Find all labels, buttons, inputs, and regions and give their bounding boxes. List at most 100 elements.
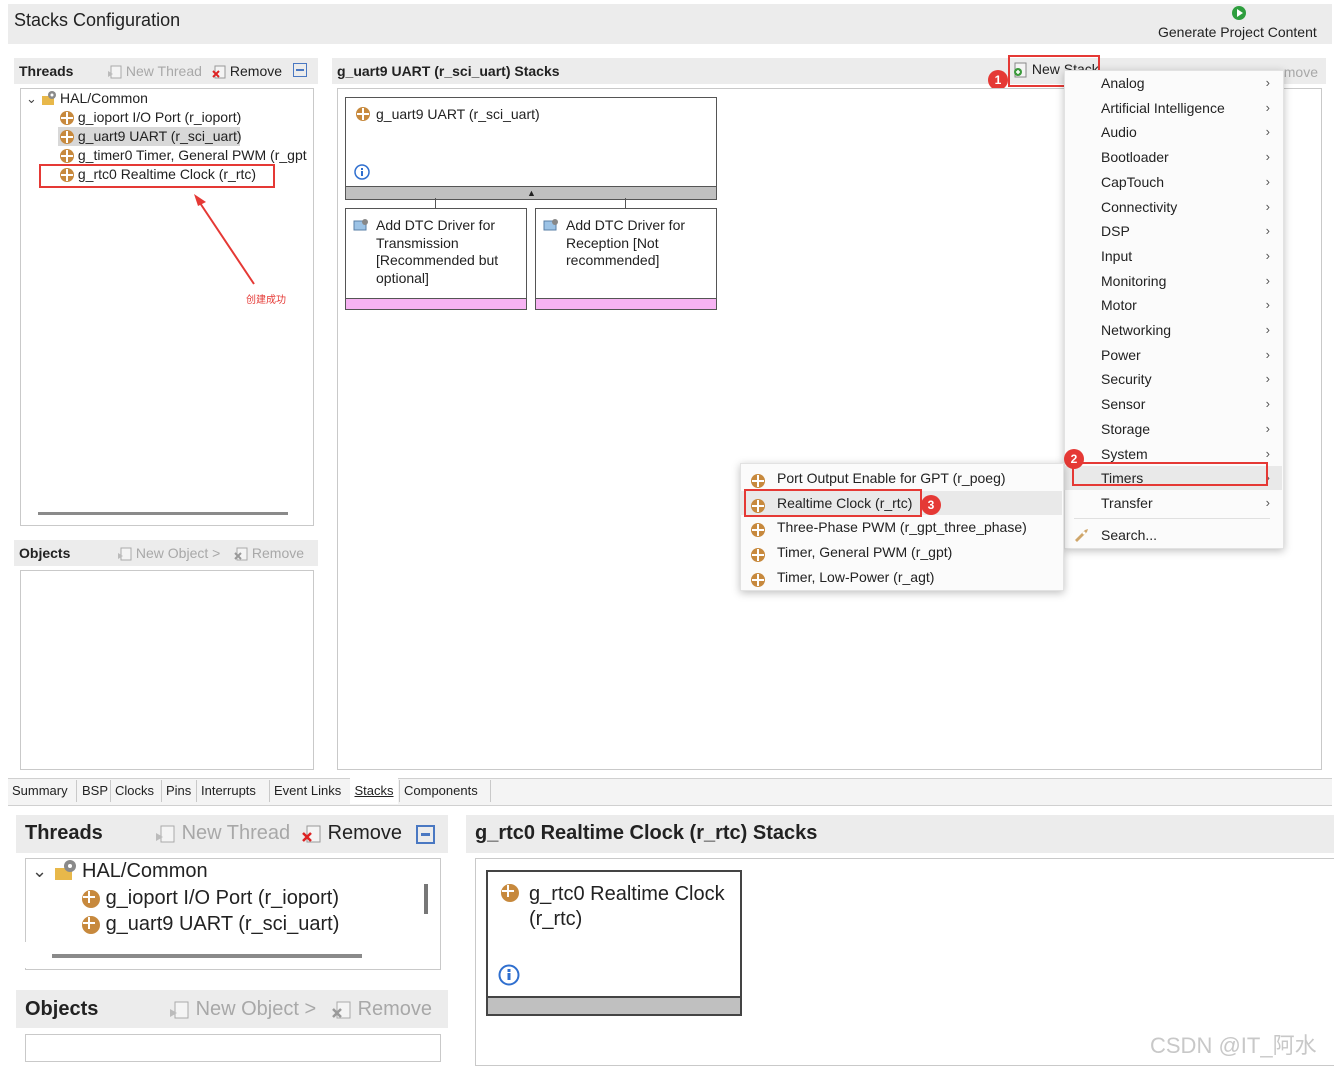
submenu-item-poeg[interactable]: Port Output Enable for GPT (r_poeg) [740,466,1062,490]
stack-block-uart9[interactable]: g_uart9 UART (r_sci_uart) ▲ [345,97,717,200]
tab-summary[interactable]: Summary [12,780,68,802]
menu-item-storage[interactable]: Storage › [1064,417,1282,441]
stack-block-dtc-rx[interactable]: Add DTC Driver for Reception [Not recomm… [535,208,717,310]
tree-scrollbar[interactable] [38,512,288,515]
menu-item-dsp[interactable]: DSP › [1064,219,1282,243]
menu-item-label: Power [1101,346,1141,363]
remove-object-button[interactable]: Remove [234,545,304,561]
tab-pins[interactable]: Pins [166,780,191,802]
tab-components[interactable]: Components [404,780,478,802]
lower-new-thread-button[interactable]: New Thread [156,822,290,845]
component-icon [501,884,519,902]
expand-arrow-icon[interactable]: ▲ [527,188,536,198]
chevron-right-icon: › [1265,198,1270,214]
menu-item-search[interactable]: Search... [1064,523,1282,547]
tab-separator [399,780,400,802]
submenu-item-three-phase[interactable]: Three-Phase PWM (r_gpt_three_phase) [740,515,1062,539]
menu-item-label: Transfer [1101,494,1153,511]
menu-item-transfer[interactable]: Transfer › [1064,491,1282,515]
remove-stack-label: Remove [1282,64,1318,80]
highlight-rtc-item [744,489,922,517]
tree-item-uart9[interactable]: g_uart9 UART (r_sci_uart) [60,128,242,145]
submenu-item-label: Timer, Low-Power (r_agt) [777,568,935,585]
info-icon[interactable] [498,964,520,986]
tree-root-label[interactable]: HAL/Common [60,90,148,106]
stack-block-footer [536,298,716,309]
stack-block-footer [346,298,526,309]
chevron-right-icon: › [1265,223,1270,239]
tab-bsp[interactable]: BSP [82,780,108,802]
menu-item-sensor[interactable]: Sensor › [1064,392,1282,416]
remove-icon [234,547,248,561]
menu-item-bootloader[interactable]: Bootloader › [1064,145,1282,169]
generate-label: Generate Project Content [1158,24,1317,40]
collapse-icon[interactable] [416,825,435,844]
tab-event-links[interactable]: Event Links [274,780,341,802]
new-thread-button[interactable]: New Thread [108,63,202,79]
chevron-right-icon: › [1265,272,1270,288]
component-icon [60,149,74,164]
collapse-icon[interactable] [293,63,307,77]
component-icon [751,548,765,563]
tree-item-ioport[interactable]: g_ioport I/O Port (r_ioport) [60,109,241,126]
info-icon[interactable] [354,164,370,180]
new-object-label: New Object > [195,998,317,1020]
lower-tree-item-uart9[interactable]: g_uart9 UART (r_sci_uart) [82,913,339,936]
tab-separator [269,780,270,802]
lower-remove-thread-button[interactable]: Remove [302,822,402,845]
tree-item-timer0[interactable]: g_timer0 Timer, General PWM (r_gpt [60,147,312,164]
folder-gear-icon [42,91,56,105]
menu-item-label: Monitoring [1101,272,1167,289]
lower-tree-root[interactable]: HAL/Common [82,860,208,883]
menu-item-power[interactable]: Power › [1064,343,1282,367]
remove-thread-button[interactable]: Remove [212,63,282,79]
stack-connector [625,198,626,208]
menu-item-monitoring[interactable]: Monitoring › [1064,269,1282,293]
chevron-right-icon: › [1265,149,1270,165]
menu-item-captouch[interactable]: CapTouch › [1064,170,1282,194]
tab-stacks[interactable]: Stacks [350,778,398,804]
lower-objects-list [25,1034,441,1062]
lower-stack-block-rtc0[interactable]: g_rtc0 Realtime Clock (r_rtc) [486,870,742,1016]
tab-interrupts[interactable]: Interrupts [201,780,256,802]
submenu-item-gpt[interactable]: Timer, General PWM (r_gpt) [740,540,1062,564]
remove-thread-label: Remove [327,822,403,844]
lower-tree-item-ioport[interactable]: g_ioport I/O Port (r_ioport) [82,887,339,910]
remove-icon [332,1001,351,1019]
chevron-right-icon: › [1265,173,1270,189]
remove-stack-button[interactable]: Remove [1282,64,1318,82]
menu-item-ai[interactable]: Artificial Intelligence › [1064,96,1282,120]
threads-title: Threads [19,63,74,79]
lower-new-object-button[interactable]: New Object > [170,998,316,1021]
menu-item-motor[interactable]: Motor › [1064,293,1282,317]
generate-button[interactable]: Generate Project Content [1158,4,1324,42]
component-icon [751,523,765,538]
menu-item-networking[interactable]: Networking › [1064,318,1282,342]
horizontal-scrollbar[interactable] [52,954,362,958]
tab-separator [161,780,162,802]
title-bar [8,4,1332,44]
chevron-right-icon: › [1265,99,1270,115]
tab-clocks[interactable]: Clocks [115,780,154,802]
remove-icon [212,65,226,79]
lower-remove-object-button[interactable]: Remove [332,998,432,1021]
menu-item-audio[interactable]: Audio › [1064,120,1282,144]
tree-item-label: g_timer0 Timer, General PWM (r_gpt [77,147,307,163]
component-icon [82,915,100,934]
submenu-item-label: Port Output Enable for GPT (r_poeg) [777,470,1006,486]
vertical-scrollbar[interactable] [424,884,428,914]
new-object-button[interactable]: New Object > [118,545,220,561]
menu-item-connectivity[interactable]: Connectivity › [1064,195,1282,219]
tree-expand-icon[interactable]: ⌄ [26,91,37,107]
menu-item-analog[interactable]: Analog › [1064,71,1282,95]
menu-item-input[interactable]: Input › [1064,244,1282,268]
stack-block-dtc-tx[interactable]: Add DTC Driver for Transmission [Recomme… [345,208,527,310]
remove-icon [302,825,321,843]
menu-item-label: Security [1101,371,1152,388]
menu-item-security[interactable]: Security › [1064,367,1282,391]
chevron-right-icon: › [1265,371,1270,387]
tree-expand-icon[interactable]: ⌄ [32,861,47,882]
submenu-item-agt[interactable]: Timer, Low-Power (r_agt) [740,565,1062,589]
folder-gear-icon [55,860,76,880]
menu-item-label: Connectivity [1101,198,1178,215]
